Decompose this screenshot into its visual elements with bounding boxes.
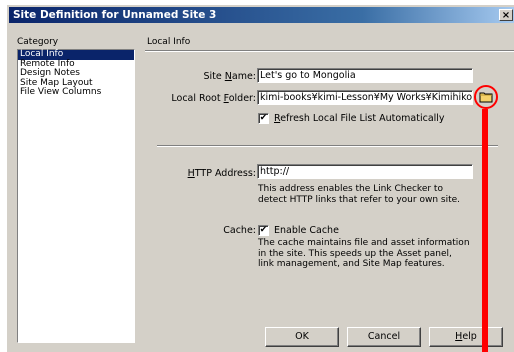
enable-cache-checkbox[interactable]: ✔ bbox=[258, 225, 269, 236]
close-button[interactable]: × bbox=[499, 9, 513, 21]
enable-cache-label[interactable]: Enable Cache bbox=[274, 225, 339, 236]
http-address-description: This address enables the Link Checker to… bbox=[258, 184, 460, 205]
local-root-folder-label: Local Root Folder: bbox=[171, 93, 256, 104]
section-header-divider bbox=[145, 50, 514, 52]
category-item-file-view-columns[interactable]: File View Columns bbox=[18, 87, 134, 98]
refresh-local-file-list-checkbox[interactable]: ✔ bbox=[258, 113, 269, 124]
local-root-folder-input[interactable]: kimi-books¥kimi-Lesson¥My Works¥Kimihiko… bbox=[257, 90, 473, 105]
title-bar[interactable]: Site Definition for Unnamed Site 3 bbox=[9, 7, 514, 23]
local-section-divider bbox=[157, 145, 498, 147]
annotation-arrow-line bbox=[482, 109, 488, 352]
help-button[interactable]: Help bbox=[429, 327, 503, 347]
window-title: Site Definition for Unnamed Site 3 bbox=[13, 9, 217, 21]
browse-folder-button[interactable] bbox=[474, 85, 498, 109]
category-list[interactable]: Local Info Remote Info Design Notes Site… bbox=[17, 49, 135, 343]
site-name-label: Site Name: bbox=[203, 71, 257, 82]
http-address-input[interactable]: http:// bbox=[257, 164, 473, 179]
ok-button[interactable]: OK bbox=[265, 327, 339, 347]
cancel-button[interactable]: Cancel bbox=[347, 327, 421, 347]
cache-label: Cache: bbox=[223, 225, 256, 236]
refresh-local-file-list-label[interactable]: Refresh Local File List Automatically bbox=[274, 113, 445, 124]
site-definition-dialog: Site Definition for Unnamed Site 3 Categ… bbox=[6, 4, 514, 352]
cache-description: The cache maintains file and asset infor… bbox=[258, 238, 470, 269]
site-name-input[interactable]: Let's go to Mongolia bbox=[257, 68, 473, 83]
http-address-label: HTTP Address: bbox=[187, 168, 256, 179]
folder-icon bbox=[479, 92, 493, 103]
section-title: Local Info bbox=[147, 37, 191, 47]
category-heading: Category bbox=[17, 37, 59, 47]
